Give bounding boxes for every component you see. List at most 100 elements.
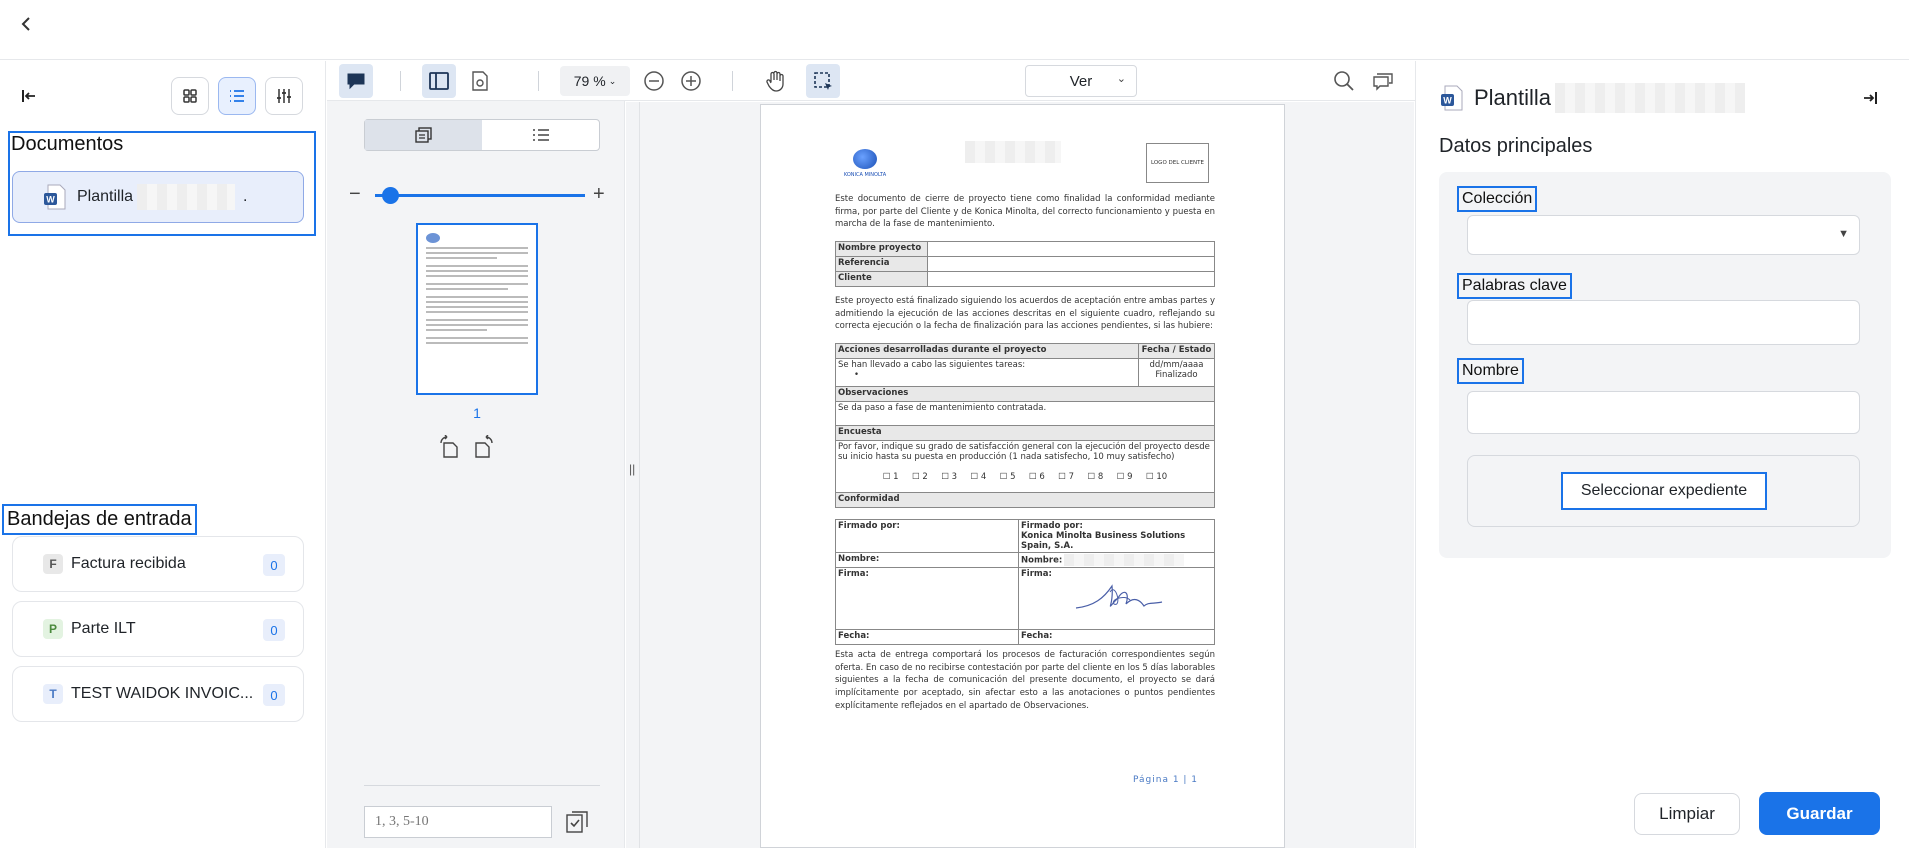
company-logo: KONICA MINOLTA bbox=[835, 149, 895, 178]
metadata-panel: W Plantilla Datos principales Colección … bbox=[1415, 61, 1909, 848]
plus-icon[interactable]: + bbox=[593, 183, 605, 206]
viewer-toolbar: 79 % ⌄ Ver ⌄ bbox=[327, 61, 1415, 101]
close-panel-icon[interactable] bbox=[1859, 87, 1881, 109]
coleccion-select[interactable]: ▼ bbox=[1467, 215, 1860, 255]
svg-text:W: W bbox=[46, 195, 55, 205]
thumbnails-panel: − + 1 bbox=[327, 61, 625, 848]
collapse-sidebar-icon[interactable] bbox=[18, 85, 40, 107]
inbox-label: Parte ILT bbox=[71, 620, 136, 637]
save-button[interactable]: Guardar bbox=[1759, 792, 1880, 835]
outline-icon bbox=[532, 129, 549, 141]
thumbnails-icon bbox=[414, 127, 432, 143]
thumbnails-tab[interactable] bbox=[365, 120, 482, 150]
minus-icon[interactable]: − bbox=[349, 183, 361, 206]
document-item[interactable]: W Plantilla . bbox=[12, 171, 304, 223]
zoom-value: 79 % bbox=[573, 73, 606, 89]
panel-header: W Plantilla bbox=[1440, 83, 1746, 113]
outline-tab[interactable] bbox=[482, 120, 599, 150]
grid-icon bbox=[183, 89, 197, 103]
inbox-letter-badge: P bbox=[43, 619, 63, 639]
drag-handle-icon: || bbox=[629, 462, 636, 476]
document-item-label: Plantilla bbox=[77, 188, 134, 205]
document-item-suffix: . bbox=[243, 188, 248, 205]
zoom-in-icon bbox=[681, 71, 701, 91]
select-area-button[interactable] bbox=[806, 64, 840, 98]
intro-paragraph: Este documento de cierre de proyecto tie… bbox=[835, 194, 1215, 230]
filters-button[interactable] bbox=[265, 77, 303, 115]
zoom-out-icon bbox=[644, 71, 664, 91]
zoom-in-button[interactable] bbox=[674, 64, 708, 98]
inbox-item[interactable]: F Factura recibida 0 bbox=[12, 536, 304, 592]
page-footer: Página 1 | 1 bbox=[1133, 775, 1199, 785]
toolbar-separator bbox=[538, 71, 539, 91]
client-logo-placeholder: LOGO DEL CLIENTE bbox=[1146, 143, 1209, 183]
zoom-select[interactable]: 79 % ⌄ bbox=[560, 66, 630, 96]
rotate-right-icon[interactable] bbox=[472, 434, 496, 459]
thumbnail-size-slider[interactable]: − + bbox=[349, 183, 611, 206]
acceptance-paragraph: Este proyecto está finalizado siguiendo … bbox=[835, 296, 1215, 332]
redacted-text bbox=[965, 141, 1061, 163]
left-panel: Documentos W Plantilla . Bandejas de ent… bbox=[0, 61, 326, 848]
zoom-out-button[interactable] bbox=[637, 64, 671, 98]
expediente-box: Seleccionar expediente bbox=[1467, 455, 1860, 527]
page-thumbnail[interactable] bbox=[416, 223, 538, 395]
document-page: KONICA MINOLTA LOGO DEL CLIENTE Este doc… bbox=[760, 104, 1285, 848]
signature-image bbox=[1075, 584, 1163, 609]
comments-panel-button[interactable] bbox=[1366, 64, 1400, 98]
rotate-left-icon[interactable] bbox=[437, 434, 461, 459]
slider-track bbox=[375, 194, 585, 197]
toggle-sidebar-button[interactable] bbox=[422, 64, 456, 98]
inbox-label: Factura recibida bbox=[71, 555, 186, 572]
chevron-down-icon: ⌄ bbox=[1116, 73, 1126, 85]
list-icon bbox=[230, 90, 244, 102]
inbox-item[interactable]: T TEST WAIDOK INVOIC... 0 bbox=[12, 666, 304, 722]
inboxes-title: Bandejas de entrada bbox=[2, 504, 197, 535]
actions-table: Acciones desarrolladas durante el proyec… bbox=[835, 343, 1215, 508]
search-icon bbox=[1334, 71, 1354, 91]
inbox-count-badge: 0 bbox=[263, 684, 285, 706]
grid-view-button[interactable] bbox=[171, 77, 209, 115]
hand-icon bbox=[766, 70, 784, 92]
main-data-card: Colección ▼ Palabras clave Nombre Selecc… bbox=[1439, 172, 1891, 558]
svg-text:W: W bbox=[1443, 96, 1452, 106]
back-icon[interactable] bbox=[14, 12, 38, 36]
page-settings-button[interactable] bbox=[463, 64, 497, 98]
thumbnail-page-number: 1 bbox=[473, 405, 481, 421]
select-pages-icon[interactable] bbox=[565, 810, 589, 834]
divider bbox=[364, 785, 600, 786]
inbox-label: TEST WAIDOK INVOIC... bbox=[71, 685, 254, 702]
comment-icon bbox=[347, 73, 365, 90]
coleccion-label: Colección bbox=[1457, 186, 1538, 212]
pan-tool-button[interactable] bbox=[759, 64, 793, 98]
inbox-letter-badge: T bbox=[43, 684, 63, 704]
sidebar-icon bbox=[429, 72, 449, 90]
inbox-letter-badge: F bbox=[43, 554, 63, 574]
top-bar bbox=[0, 0, 1909, 60]
toolbar-separator bbox=[732, 71, 733, 91]
word-document-icon: W bbox=[1440, 85, 1464, 111]
search-button[interactable] bbox=[1327, 64, 1361, 98]
slider-handle[interactable] bbox=[382, 187, 399, 204]
comments-icon bbox=[1373, 73, 1393, 91]
list-view-button[interactable] bbox=[218, 77, 256, 115]
redacted-text bbox=[1555, 83, 1746, 113]
nombre-input[interactable] bbox=[1467, 391, 1860, 434]
clear-button[interactable]: Limpiar bbox=[1634, 793, 1740, 835]
inbox-count-badge: 0 bbox=[263, 554, 285, 576]
inbox-count-badge: 0 bbox=[263, 619, 285, 641]
thumbnail-logo bbox=[426, 233, 440, 243]
nombre-label: Nombre bbox=[1457, 358, 1524, 384]
toolbar-separator bbox=[400, 71, 401, 91]
document-gear-icon bbox=[472, 71, 488, 91]
select-expediente-button[interactable]: Seleccionar expediente bbox=[1561, 472, 1767, 510]
closing-paragraph: Esta acta de entrega comportará los proc… bbox=[835, 650, 1215, 711]
resize-handle[interactable]: || bbox=[626, 102, 640, 848]
palabras-clave-input[interactable] bbox=[1467, 300, 1860, 345]
panel-title: Plantilla bbox=[1474, 85, 1552, 110]
inbox-item[interactable]: P Parte ILT 0 bbox=[12, 601, 304, 657]
page-range-input[interactable] bbox=[364, 806, 552, 838]
documents-title: Documentos bbox=[11, 133, 124, 155]
view-select[interactable]: Ver ⌄ bbox=[1025, 65, 1137, 97]
sliders-icon bbox=[277, 89, 291, 103]
annotations-button[interactable] bbox=[339, 64, 373, 98]
